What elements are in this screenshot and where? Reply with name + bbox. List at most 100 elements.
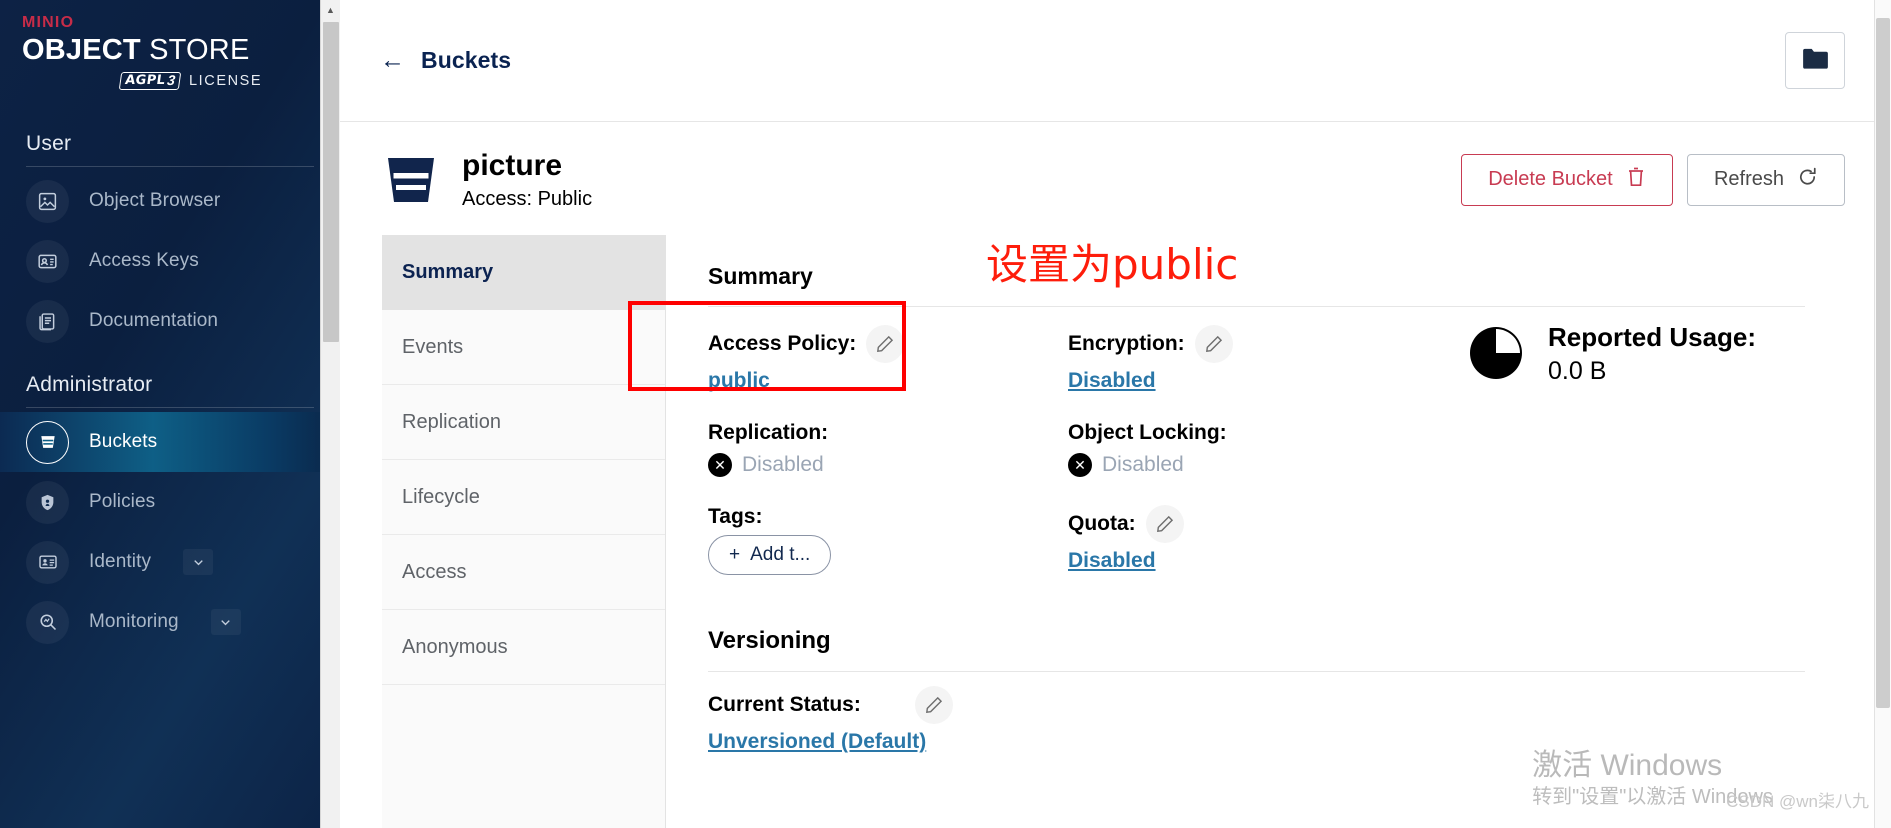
replication-label: Replication: (708, 421, 829, 444)
access-policy-value-link[interactable]: public (708, 369, 770, 393)
access-policy-label-row: Access Policy: (708, 325, 1068, 363)
tab-label: Summary (402, 260, 494, 283)
add-tag-label: Add t... (750, 544, 811, 565)
summary-column-middle: Encryption: Disabled Object Locking: ✕ D… (1068, 307, 1468, 603)
tags-list: + Add t... (708, 529, 1068, 575)
replication-value: Disabled (742, 453, 824, 476)
trash-icon (1626, 166, 1646, 194)
brand-object-store-text: OBJECT STORE (22, 33, 340, 67)
agpl-label: AGPL (124, 73, 167, 88)
field-access-policy: Access Policy: public (708, 325, 1068, 393)
main-content: ← Buckets picture Access: Public Delete … (340, 0, 1891, 828)
breadcrumb-label: Buckets (421, 47, 512, 73)
versioning-section: Versioning Current Status: Unversioned (… (708, 627, 1805, 754)
agpl-version: 3 (166, 72, 177, 88)
add-tag-button[interactable]: + Add t... (708, 535, 832, 575)
object-locking-status: ✕ Disabled (1068, 453, 1468, 477)
summary-column-right: Reported Usage: 0.0 B (1468, 307, 1805, 603)
tab-access[interactable]: Access (382, 535, 665, 610)
encryption-value-link[interactable]: Disabled (1068, 369, 1156, 393)
nav-section-title-administrator: Administrator (26, 373, 153, 396)
page-topbar: ← Buckets (340, 0, 1891, 122)
field-tags: Tags: + Add t... (708, 505, 1068, 575)
sidebar-item-access-keys[interactable]: Access Keys (0, 231, 340, 291)
refresh-button[interactable]: Refresh (1686, 153, 1845, 206)
plus-icon: + (729, 544, 741, 565)
tab-replication[interactable]: Replication (382, 385, 665, 460)
usage-pie-icon (1468, 325, 1524, 381)
field-current-status: Current Status: Unversioned (Default) (708, 686, 1805, 754)
policies-lock-icon (26, 480, 69, 524)
sidebar: MINIO OBJECT STORE AGPL 3 LICENSE User O… (0, 0, 340, 828)
bucket-actions: Delete Bucket Refresh (1460, 153, 1845, 206)
tab-label: Access (402, 560, 467, 583)
nav-section-user: User (0, 132, 340, 167)
tab-anonymous[interactable]: Anonymous (382, 610, 665, 685)
sidebar-item-label: Documentation (89, 310, 219, 331)
sidebar-item-object-browser[interactable]: Object Browser (0, 171, 340, 231)
quota-label: Quota: (1068, 512, 1136, 535)
app-root: MINIO OBJECT STORE AGPL 3 LICENSE User O… (0, 0, 1891, 828)
scrollbar-thumb[interactable] (322, 22, 339, 342)
sidebar-item-policies[interactable]: Policies (0, 472, 340, 532)
bucket-header: picture Access: Public Delete Bucket Ref… (340, 122, 1891, 211)
tab-label: Events (402, 335, 464, 358)
sidebar-item-monitoring[interactable]: Monitoring (0, 592, 340, 652)
reported-usage-label: Reported Usage: (1548, 322, 1757, 352)
sidebar-scrollbar[interactable]: ▲ (320, 0, 340, 828)
delete-bucket-button[interactable]: Delete Bucket (1460, 153, 1673, 206)
chevron-down-icon[interactable] (183, 549, 214, 575)
summary-heading: Summary (708, 263, 813, 289)
edit-access-policy-button[interactable] (866, 325, 905, 363)
access-keys-icon (26, 239, 69, 283)
sidebar-item-label: Object Browser (89, 190, 221, 211)
edit-versioning-button[interactable] (914, 686, 953, 724)
current-status-label: Current Status: (708, 693, 861, 716)
x-circle-icon: ✕ (708, 453, 732, 477)
edit-encryption-button[interactable] (1194, 325, 1233, 363)
field-encryption: Encryption: Disabled (1068, 325, 1468, 393)
field-object-locking: Object Locking: ✕ Disabled (1068, 421, 1468, 477)
edit-quota-button[interactable] (1145, 505, 1184, 543)
summary-panel: Summary 设置为public Access Policy: public … (628, 235, 1845, 828)
x-circle-icon: ✕ (1068, 453, 1092, 477)
sidebar-item-label: Access Keys (89, 250, 199, 271)
sidebar-item-identity[interactable]: Identity (0, 532, 340, 592)
access-policy-label: Access Policy: (708, 332, 857, 355)
tab-events[interactable]: Events (382, 310, 665, 385)
reported-usage-value: 0.0 B (1548, 357, 1607, 385)
summary-column-left: Access Policy: public Replication: ✕ Dis… (628, 301, 1068, 603)
field-replication: Replication: ✕ Disabled (708, 421, 1068, 477)
versioning-divider (708, 671, 1805, 672)
bucket-detail-panel: Summary Events Replication Lifecycle Acc… (382, 235, 1845, 828)
page-scrollbar[interactable] (1874, 0, 1891, 828)
tab-lifecycle[interactable]: Lifecycle (382, 460, 665, 535)
brand-minio-text: MINIO (22, 14, 75, 31)
folder-button[interactable] (1785, 32, 1845, 89)
license-row: AGPL 3 LICENSE (22, 72, 340, 90)
nav-divider (26, 407, 314, 408)
sidebar-item-label: Monitoring (89, 611, 179, 632)
monitoring-icon (26, 600, 69, 644)
current-status-label-row: Current Status: (708, 686, 1805, 724)
current-status-value-link[interactable]: Unversioned (Default) (708, 730, 926, 754)
bucket-access-line: Access: Public (462, 188, 592, 211)
quota-value-link[interactable]: Disabled (1068, 549, 1156, 573)
sidebar-item-buckets[interactable]: Buckets (0, 412, 340, 472)
tab-summary[interactable]: Summary (382, 235, 665, 310)
chevron-down-icon[interactable] (210, 609, 241, 635)
delete-bucket-label: Delete Bucket (1488, 168, 1613, 190)
folder-icon (1802, 47, 1829, 75)
encryption-label-row: Encryption: (1068, 325, 1468, 363)
replication-status: ✕ Disabled (708, 453, 1068, 477)
bucket-access-label: Access: (462, 188, 533, 210)
documentation-icon (26, 299, 69, 343)
back-to-buckets-link[interactable]: ← Buckets (380, 47, 511, 74)
identity-icon (26, 540, 69, 584)
page-title: picture (462, 149, 563, 182)
scroll-up-arrow-icon[interactable]: ▲ (320, 0, 340, 20)
sidebar-item-documentation[interactable]: Documentation (0, 291, 340, 351)
refresh-label: Refresh (1713, 168, 1784, 190)
page-scrollbar-thumb[interactable] (1876, 18, 1890, 708)
brand-object-word: OBJECT (22, 34, 141, 66)
